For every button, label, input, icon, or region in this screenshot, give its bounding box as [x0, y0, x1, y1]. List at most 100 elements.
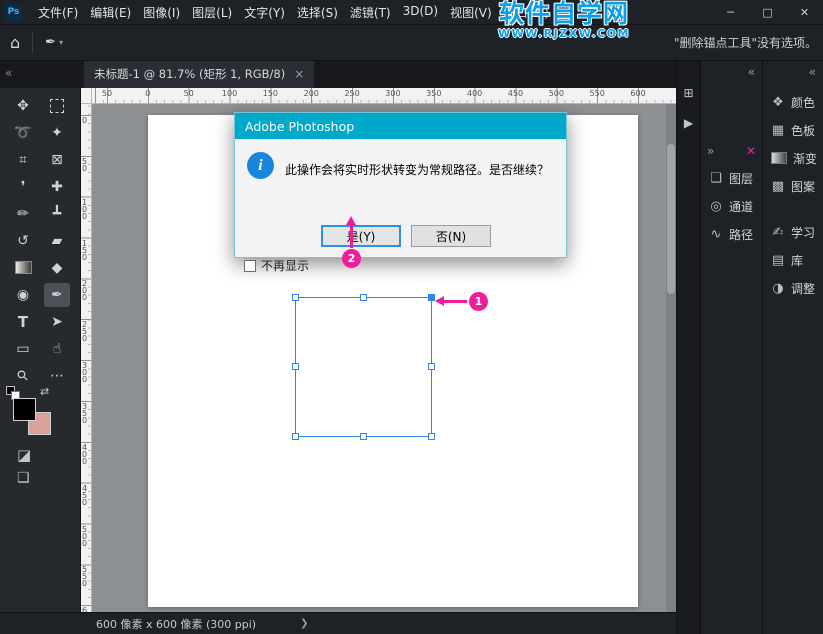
panel-item-learn[interactable]: ✍学习 — [763, 218, 823, 246]
photoshop-logo-icon: Ps — [5, 4, 22, 21]
screen-mode-icon[interactable]: ❏ — [17, 470, 30, 486]
tool-rectangle[interactable]: ▭ — [10, 337, 36, 361]
tool-blur[interactable]: ◆ — [44, 256, 70, 280]
tool-dodge[interactable]: ◉ — [10, 283, 36, 307]
dialog-title: Adobe Photoshop — [245, 119, 354, 134]
status-chevron-icon[interactable]: ❯ — [300, 618, 308, 629]
no-button[interactable]: 否(N) — [411, 225, 491, 247]
shape-handle-n[interactable] — [360, 294, 367, 301]
tool-brush[interactable]: ✏ — [10, 202, 36, 226]
tool-edit-toolbar[interactable]: ⋯ — [44, 364, 70, 388]
panel-item-layers[interactable]: ❏图层 — [701, 164, 762, 192]
v-ruler-label: 0 — [82, 117, 90, 124]
menu-item[interactable]: 编辑(E) — [84, 3, 137, 22]
expand-panels-icon[interactable]: » — [707, 144, 714, 158]
tool-pen[interactable]: ✒ — [44, 283, 70, 307]
panel-item-libraries[interactable]: ▤库 — [763, 246, 823, 274]
tool-zoom[interactable]: ⚲ — [10, 364, 36, 388]
tools-panel: ✥ ➰ ✦ ⌗ ⊠ ❜ ✚ ✏ ┻ ↺ ▰ ◆ ◉ ✒ T ➤ ▭ ☝ ⚲ ⋯ ⇄ ◪ ❏ — [0, 88, 81, 612]
home-icon[interactable]: ⌂ — [10, 33, 20, 52]
horizontal-ruler: 500501001502002503003504004505005506006 — [92, 88, 676, 104]
shape-handle-se[interactable] — [428, 433, 435, 440]
shape-handle-e[interactable] — [428, 363, 435, 370]
menu-item[interactable]: 3D(D) — [397, 3, 444, 22]
tool-clone-stamp[interactable]: ┻ — [44, 202, 70, 226]
menu-item[interactable]: 视图(V) — [444, 3, 498, 22]
v-ruler-label: 200 — [82, 280, 90, 301]
collapse-panels-icon-2[interactable]: « — [809, 65, 816, 79]
collapsed-panel-2-icon[interactable]: ▶ — [677, 116, 700, 130]
shape-handle-sw[interactable] — [292, 433, 299, 440]
document-tab[interactable]: 未标题-1 @ 81.7% (矩形 1, RGB/8) × — [84, 60, 314, 88]
gradients-label: 渐变 — [793, 150, 817, 167]
tool-quick-selection[interactable]: ✦ — [44, 121, 70, 145]
tool-marquee[interactable] — [44, 94, 70, 118]
adjustments-label: 调整 — [791, 280, 815, 297]
v-ruler-label: 250 — [82, 321, 90, 342]
dialog-title-bar[interactable]: Adobe Photoshop — [235, 113, 566, 139]
panel-close-icon[interactable]: ✕ — [746, 144, 756, 158]
minimize-button[interactable]: ─ — [712, 0, 749, 24]
tool-type[interactable]: T — [10, 310, 36, 334]
tool-history-brush[interactable]: ↺ — [10, 229, 36, 253]
tool-move[interactable]: ✥ — [10, 94, 36, 118]
maximize-button[interactable]: □ — [749, 0, 786, 24]
menu-item[interactable]: 文字(Y) — [238, 3, 291, 22]
tab-close-icon[interactable]: × — [294, 67, 304, 81]
panel-item-color[interactable]: ❖颜色 — [763, 88, 823, 116]
swap-colors-icon[interactable]: ⇄ — [40, 385, 49, 398]
panel-item-gradients[interactable]: 渐变 — [763, 144, 823, 172]
tool-hand[interactable]: ☝ — [44, 337, 70, 361]
scrollbar-thumb[interactable] — [667, 144, 675, 294]
panel-group-3: ✍学习▤库◑调整 — [763, 218, 823, 302]
tool-path-selection[interactable]: ➤ — [44, 310, 70, 334]
tool-eraser[interactable]: ▰ — [44, 229, 70, 253]
collapse-panels-icon[interactable]: « — [748, 65, 755, 79]
panel-item-channels[interactable]: ◎通道 — [701, 192, 762, 220]
tool-crop[interactable]: ⌗ — [10, 148, 36, 172]
tool-healing[interactable]: ✚ — [44, 175, 70, 199]
collapsed-panel-1-icon[interactable]: ⊞ — [677, 86, 700, 100]
tool-eyedropper[interactable]: ❜ — [10, 175, 36, 199]
collapsed-strip-icons: ⊞▶ — [677, 86, 700, 146]
panel-item-patterns[interactable]: ▩图案 — [763, 172, 823, 200]
tool-preset-button[interactable]: ✒ ▾ — [45, 35, 63, 50]
tool-frame[interactable]: ⊠ — [44, 148, 70, 172]
swatches-icon: ▦ — [771, 123, 785, 138]
menu-item[interactable]: 图层(L) — [186, 3, 238, 22]
tool-lasso[interactable]: ➰ — [10, 121, 36, 145]
panel-item-paths[interactable]: ∿路径 — [701, 220, 762, 248]
yes-button[interactable]: 是(Y) — [321, 225, 401, 247]
annotation-arrow-2 — [350, 224, 353, 248]
menu-item[interactable]: 文件(F) — [32, 3, 84, 22]
foreground-color-swatch[interactable] — [13, 398, 36, 421]
frame-icon: ⊠ — [51, 152, 63, 168]
vertical-scrollbar[interactable] — [666, 104, 676, 612]
menu-item[interactable]: 滤镜(T) — [344, 3, 397, 22]
gradients-icon — [771, 152, 787, 164]
menu-item[interactable]: 窗口(W) — [498, 3, 555, 22]
shape-handle-ne[interactable] — [428, 294, 435, 301]
h-ruler-label: 350 — [426, 89, 441, 98]
v-ruler-label: 450 — [82, 485, 90, 506]
menu-item[interactable]: 选择(S) — [291, 3, 344, 22]
menu-item[interactable]: 图像(I) — [137, 3, 186, 22]
shape-handle-nw[interactable] — [292, 294, 299, 301]
status-bar: 600 像素 x 600 像素 (300 ppi) ❯ — [0, 612, 676, 634]
tool-gradient[interactable] — [10, 256, 36, 280]
v-ruler-label: 150 — [82, 240, 90, 261]
panel-item-adjustments[interactable]: ◑调整 — [763, 274, 823, 302]
vertical-ruler: 050100150200250300350400450500550600 — [80, 104, 92, 612]
ruler-corner — [80, 88, 92, 104]
close-button[interactable]: ✕ — [786, 0, 823, 24]
shape-rectangle[interactable] — [295, 297, 432, 437]
dialog-message: 此操作会将实时形状转变为常规路径。是否继续？ — [285, 161, 549, 178]
marquee-icon — [50, 99, 64, 113]
panel-item-swatches[interactable]: ▦色板 — [763, 116, 823, 144]
shape-handle-s[interactable] — [360, 433, 367, 440]
dont-show-checkbox[interactable] — [244, 260, 256, 272]
shape-handle-w[interactable] — [292, 363, 299, 370]
panel-column-middle: « » ✕ ❏图层◎通道∿路径 — [700, 60, 762, 634]
quick-mask-icon[interactable]: ◪ — [17, 446, 31, 464]
toolbar-collapse-icon[interactable]: « — [5, 66, 12, 80]
